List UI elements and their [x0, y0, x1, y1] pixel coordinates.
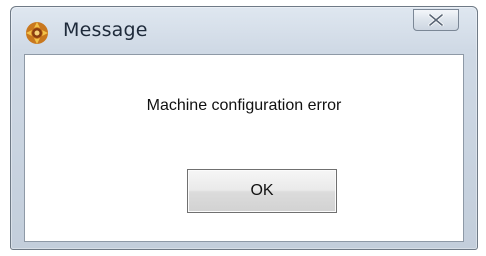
ok-button[interactable]: OK: [187, 169, 337, 213]
close-button[interactable]: [413, 9, 459, 31]
close-icon: [428, 14, 444, 26]
window-title: Message: [63, 19, 148, 41]
app-logo-icon: [23, 19, 51, 47]
message-dialog-window: Message Machine configuration error OK: [10, 6, 478, 250]
error-message: Machine configuration error: [146, 97, 342, 114]
ok-button-label: OK: [250, 182, 274, 199]
dialog-content: Machine configuration error OK: [24, 54, 464, 242]
title-bar[interactable]: Message: [11, 7, 477, 55]
